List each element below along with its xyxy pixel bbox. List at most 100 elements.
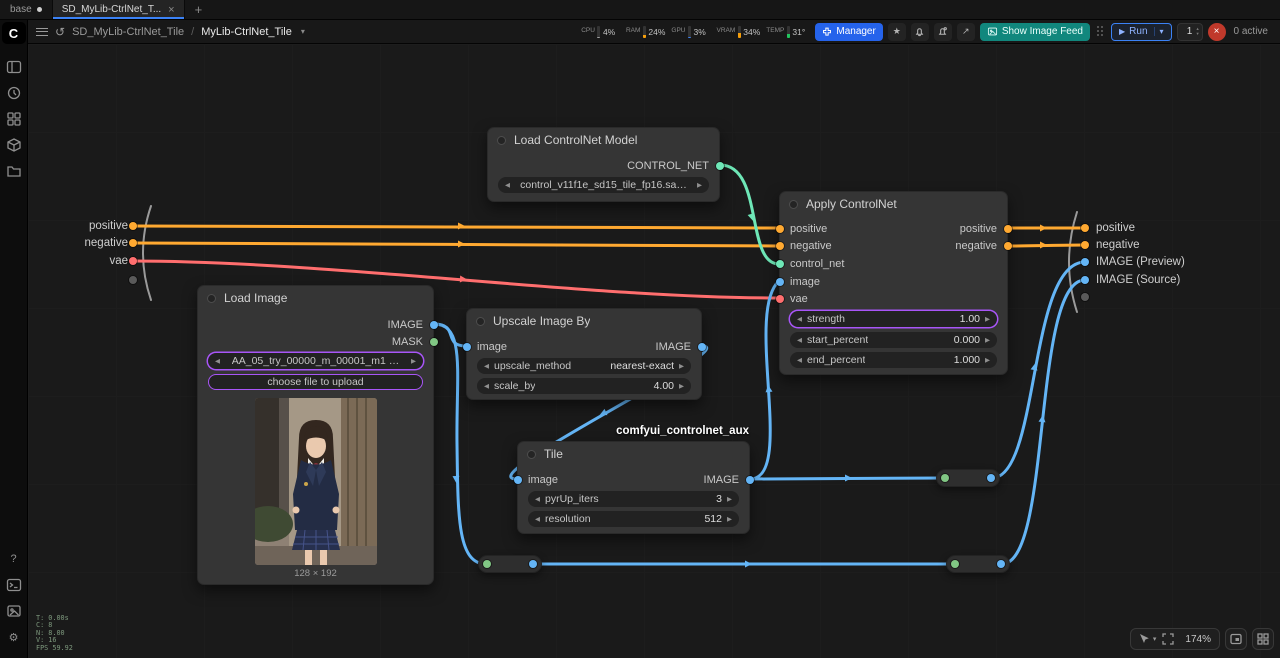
minimap-button[interactable]: [1225, 628, 1247, 650]
input-slot-negative[interactable]: [776, 242, 784, 250]
increment-arrow-icon[interactable]: ▶: [727, 515, 732, 523]
run-options-caret-icon[interactable]: ▾: [1154, 27, 1164, 36]
node-library-icon[interactable]: [2, 108, 26, 130]
breadcrumb-workflow-name[interactable]: MyLib-CtrlNet_Tile: [201, 26, 292, 38]
breadcrumb-directory[interactable]: SD_MyLib-CtrlNet_Tile: [72, 26, 184, 38]
collapse-dot-icon[interactable]: [789, 200, 798, 209]
image-file-combo[interactable]: ◀ AA_05_try_00000_m_00001_m1 … ▶: [208, 353, 423, 369]
output-slot-mask[interactable]: [430, 338, 438, 346]
combo-prev-icon[interactable]: ◀: [484, 362, 489, 370]
settings-gear-icon[interactable]: ⚙: [2, 626, 26, 648]
sidebar-panel-toggle-icon[interactable]: [2, 56, 26, 78]
increment-arrow-icon[interactable]: ▶: [985, 336, 990, 344]
drag-handle-icon[interactable]: [1097, 26, 1104, 37]
widget-upscale-method[interactable]: ◀ upscale_method nearest-exact ▶: [477, 358, 691, 374]
external-link-icon[interactable]: ↗: [957, 23, 975, 41]
decrement-arrow-icon[interactable]: ◀: [797, 336, 802, 344]
input-slot-image[interactable]: [514, 476, 522, 484]
uploaded-image-preview[interactable]: [255, 398, 377, 565]
combo-prev-icon[interactable]: ◀: [215, 357, 220, 365]
output-slot-positive[interactable]: [1004, 225, 1012, 233]
increment-arrow-icon[interactable]: ▶: [727, 495, 732, 503]
node-header[interactable]: Apply ControlNet: [780, 192, 1007, 216]
collapse-dot-icon[interactable]: [527, 450, 536, 459]
reroute-output-slot[interactable]: [529, 560, 537, 568]
comfyui-logo[interactable]: C: [2, 22, 26, 44]
reroute-input-slot[interactable]: [941, 474, 949, 482]
reroute-output-slot[interactable]: [997, 560, 1005, 568]
chevron-down-icon[interactable]: ▾: [301, 27, 305, 36]
widget-strength[interactable]: ◀ strength 1.00 ▶: [790, 311, 997, 327]
show-image-feed-button[interactable]: Show Image Feed: [980, 23, 1090, 41]
decrement-arrow-icon[interactable]: ◀: [484, 382, 489, 390]
combo-next-icon[interactable]: ▶: [411, 357, 416, 365]
terminal-icon[interactable]: [2, 574, 26, 596]
help-icon[interactable]: ?: [2, 548, 26, 570]
queue-icon[interactable]: [2, 82, 26, 104]
increment-arrow-icon[interactable]: ▶: [985, 356, 990, 364]
new-tab-button[interactable]: +: [185, 0, 213, 19]
decrement-arrow-icon[interactable]: ◀: [797, 315, 802, 323]
graph-input-add-slot[interactable]: [129, 276, 137, 284]
input-slot-control-net[interactable]: [776, 260, 784, 268]
widget-end-percent[interactable]: ◀ end_percent 1.000 ▶: [790, 352, 997, 368]
pointer-tool-button[interactable]: [1134, 629, 1154, 649]
notification-bell-icon[interactable]: [934, 23, 952, 41]
star-icon[interactable]: ★: [888, 23, 906, 41]
output-slot-control-net[interactable]: [716, 162, 724, 170]
widget-resolution[interactable]: ◀ resolution 512 ▶: [528, 511, 739, 527]
toggle-panel-button[interactable]: [1252, 628, 1274, 650]
graph-input-negative-slot[interactable]: [129, 239, 137, 247]
node-header[interactable]: Upscale Image By: [467, 309, 701, 333]
node-upscale-image-by[interactable]: Upscale Image By image IMAGE ◀ upscale_m…: [466, 308, 702, 400]
undo-icon[interactable]: ↺: [55, 25, 65, 39]
graph-output-negative-slot[interactable]: [1081, 241, 1089, 249]
increment-arrow-icon[interactable]: ▶: [985, 315, 990, 323]
combo-next-icon[interactable]: ▶: [679, 362, 684, 370]
reroute-node[interactable]: [936, 469, 1000, 487]
reroute-node[interactable]: [946, 555, 1010, 573]
node-graph-canvas[interactable]: positive negative vae positive negative …: [28, 44, 1280, 658]
reroute-node[interactable]: [478, 555, 542, 573]
decrement-arrow-icon[interactable]: ◀: [535, 515, 540, 523]
output-slot-image[interactable]: [698, 343, 706, 351]
controlnet-name-combo[interactable]: ◀ control_v11f1e_sd15_tile_fp16.sa… ▶: [498, 177, 709, 193]
graph-output-positive-slot[interactable]: [1081, 224, 1089, 232]
pointer-tool-caret-icon[interactable]: ▾: [1153, 635, 1157, 643]
widget-scale-by[interactable]: ◀ scale_by 4.00 ▶: [477, 378, 691, 394]
node-load-image[interactable]: Load Image IMAGE MASK ◀ AA_05_try_00000_…: [197, 285, 434, 585]
output-slot-image[interactable]: [746, 476, 754, 484]
graph-output-add-slot[interactable]: [1081, 293, 1089, 301]
menu-hamburger-icon[interactable]: [36, 28, 48, 36]
input-slot-positive[interactable]: [776, 225, 784, 233]
reroute-output-slot[interactable]: [987, 474, 995, 482]
input-slot-image[interactable]: [463, 343, 471, 351]
combo-next-icon[interactable]: ▶: [697, 181, 702, 189]
model-library-icon[interactable]: [2, 134, 26, 156]
node-header[interactable]: Tile: [518, 442, 749, 466]
increment-arrow-icon[interactable]: ▶: [679, 382, 684, 390]
tab-active-workflow[interactable]: SD_MyLib-CtrlNet_T... ×: [53, 0, 185, 19]
node-load-controlnet-model[interactable]: Load ControlNet Model CONTROL_NET ◀ cont…: [487, 127, 720, 202]
widget-pyrup-iters[interactable]: ◀ pyrUp_iters 3 ▶: [528, 491, 739, 507]
zoom-level[interactable]: 174%: [1180, 634, 1216, 645]
node-header[interactable]: Load ControlNet Model: [488, 128, 719, 152]
collapse-dot-icon[interactable]: [207, 294, 216, 303]
output-slot-negative[interactable]: [1004, 242, 1012, 250]
graph-output-image-source-slot[interactable]: [1081, 276, 1089, 284]
choose-file-button[interactable]: choose file to upload: [208, 374, 423, 390]
tab-close-icon[interactable]: ×: [168, 4, 174, 16]
node-header[interactable]: Load Image: [198, 286, 433, 310]
collapse-dot-icon[interactable]: [476, 317, 485, 326]
bell-icon[interactable]: [911, 23, 929, 41]
workflows-icon[interactable]: [2, 160, 26, 182]
gallery-icon[interactable]: [2, 600, 26, 622]
graph-output-image-preview-slot[interactable]: [1081, 258, 1089, 266]
output-slot-image[interactable]: [430, 321, 438, 329]
combo-prev-icon[interactable]: ◀: [505, 181, 510, 189]
node-apply-controlnet[interactable]: Apply ControlNet positive positive negat…: [779, 191, 1008, 375]
widget-start-percent[interactable]: ◀ start_percent 0.000 ▶: [790, 332, 997, 348]
manager-button[interactable]: Manager: [815, 23, 882, 41]
input-slot-image[interactable]: [776, 278, 784, 286]
node-tile[interactable]: comfyui_controlnet_aux Tile image IMAGE …: [517, 441, 750, 534]
